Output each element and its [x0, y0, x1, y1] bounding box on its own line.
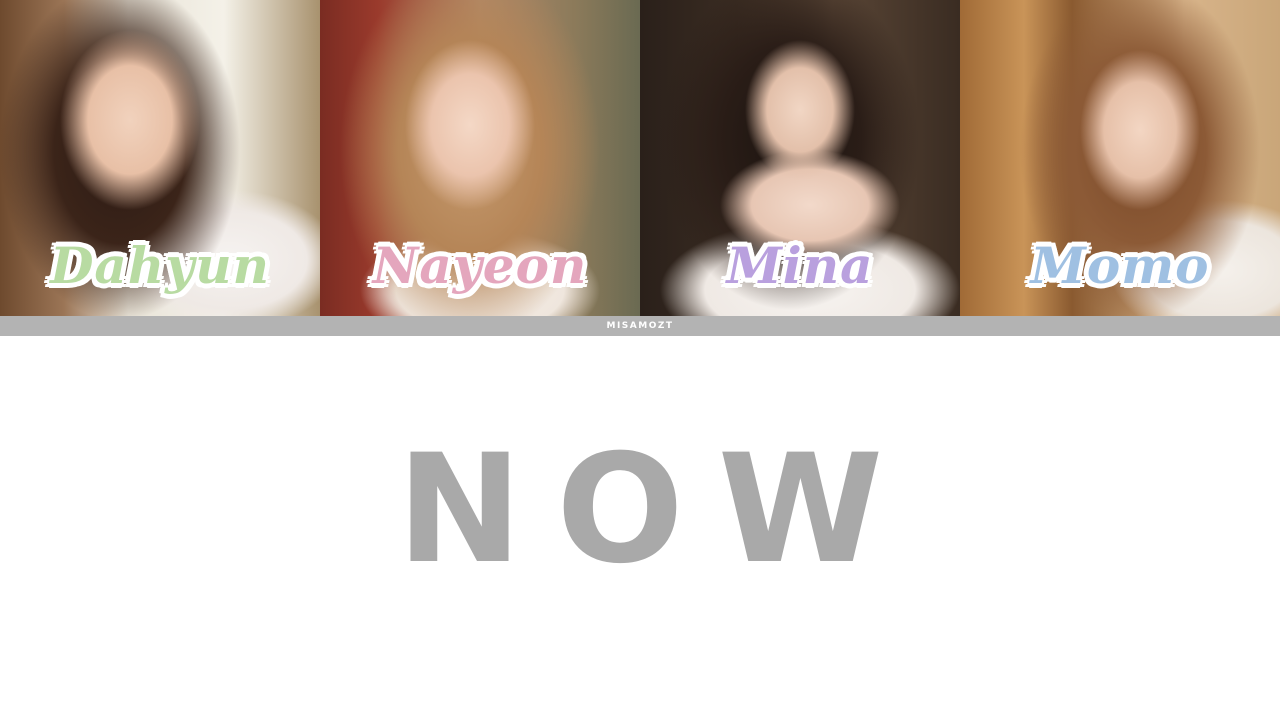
member-panel-dahyun: Dahyun: [0, 0, 320, 316]
member-name-label: Momo: [1030, 235, 1210, 296]
member-name-label: Mina: [725, 235, 874, 296]
member-name-label: Nayeon: [372, 235, 588, 296]
member-photo-row: Dahyun Nayeon Mina Momo: [0, 0, 1280, 316]
video-frame: Dahyun Nayeon Mina Momo MISAMOZT NOW: [0, 0, 1280, 720]
lyric-text: NOW: [396, 423, 918, 597]
member-panel-nayeon: Nayeon: [320, 0, 640, 316]
watermark-label: MISAMOZT: [606, 321, 674, 331]
member-name-label: Dahyun: [49, 235, 270, 296]
member-panel-mina: Mina: [640, 0, 960, 316]
member-panel-momo: Momo: [960, 0, 1280, 316]
divider-strip: MISAMOZT: [0, 316, 1280, 336]
